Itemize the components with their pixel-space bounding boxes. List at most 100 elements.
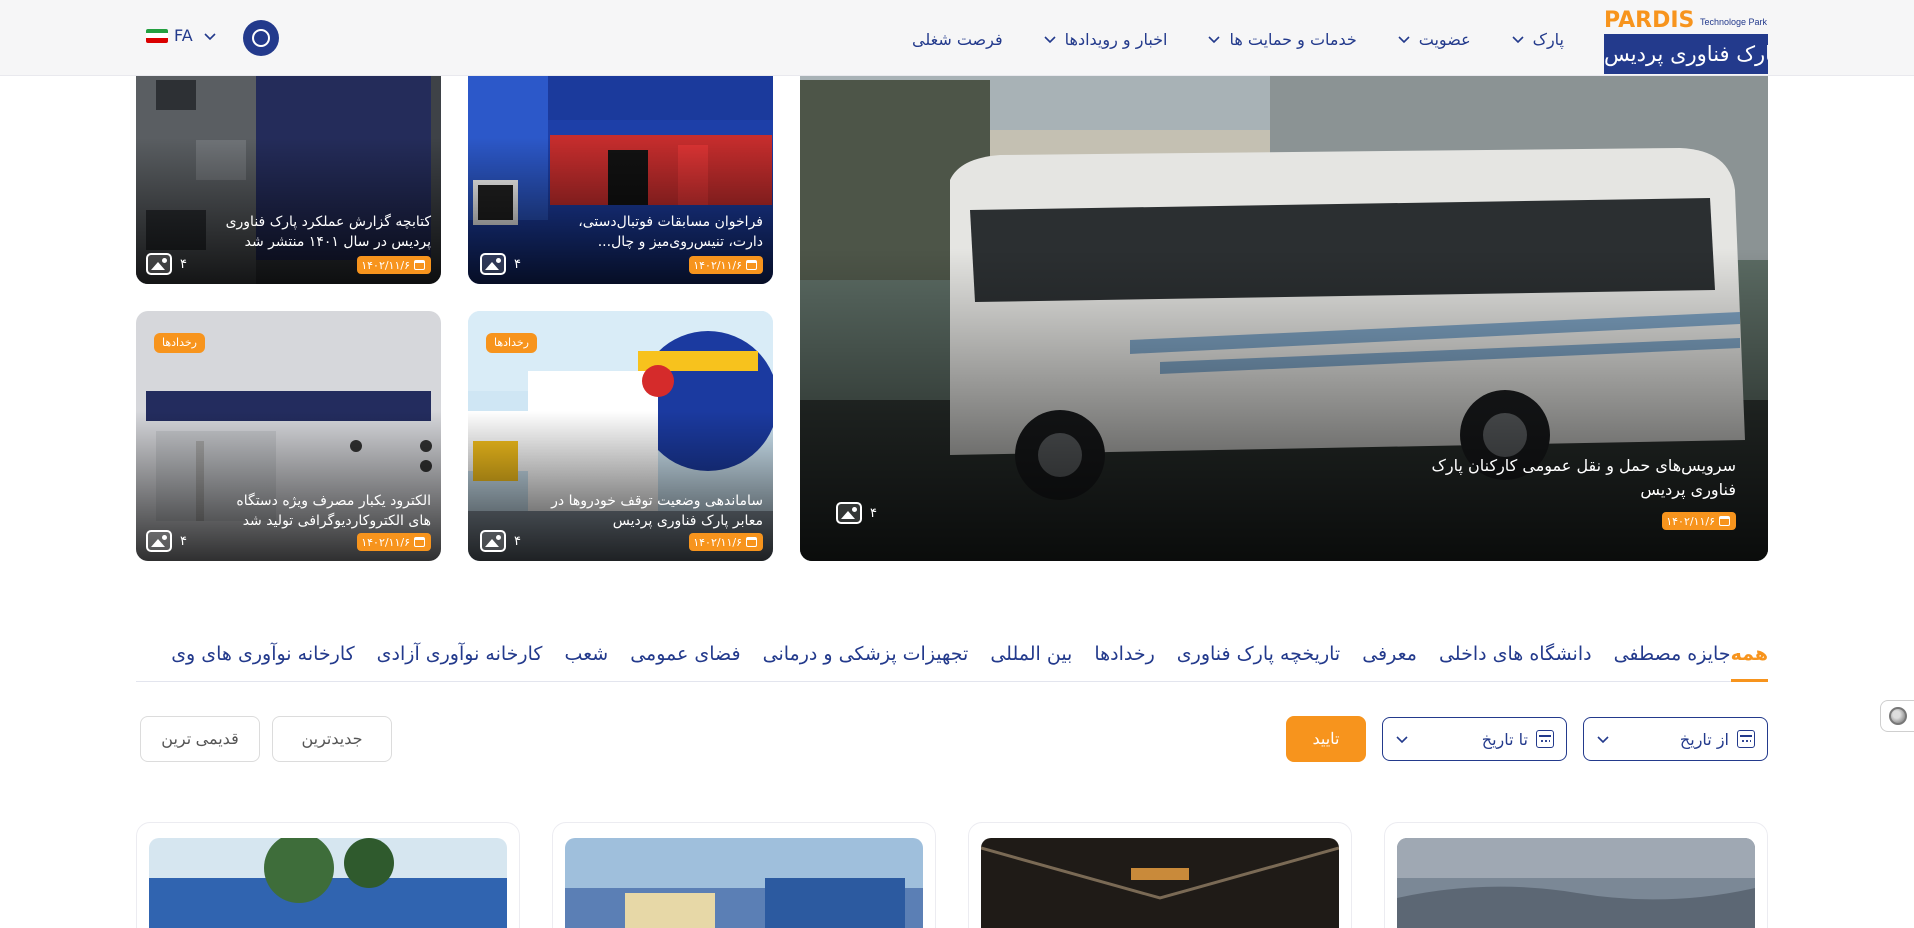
tab-branches[interactable]: شعب: [564, 640, 608, 682]
chevron-down-icon: [1044, 36, 1056, 44]
date-badge: ۱۴۰۲/۱۱/۶: [357, 256, 431, 274]
gallery-count: ۴: [480, 253, 521, 275]
tab-events[interactable]: رخدادها: [1094, 640, 1154, 682]
tab-international[interactable]: بین المللی: [990, 640, 1072, 682]
nav-item-services[interactable]: خدمات و حمایت ها: [1207, 29, 1357, 49]
calendar-icon: [1719, 516, 1730, 526]
main-nav: پارک عضویت خدمات و حمایت ها اخبار و روید…: [872, 24, 1564, 54]
news-card[interactable]: کتابچه گزارش عملکرد پارک فناوری پردیس در…: [136, 40, 441, 284]
tunnel-photo: [981, 838, 1339, 928]
logo-top: PARDIS Technologe Park: [1604, 6, 1768, 34]
from-date-field[interactable]: از تاریخ: [1583, 717, 1768, 761]
nav-item-news[interactable]: اخبار و رویدادها: [1043, 29, 1168, 49]
calendar-icon: [1737, 730, 1755, 748]
featured-news-card[interactable]: سرویس‌های حمل و نقل عمومی کارکنان پارک ف…: [800, 40, 1768, 561]
date-text: ۱۴۰۲/۱۱/۶: [361, 258, 410, 272]
language-label: FA: [174, 26, 193, 45]
chevron-down-icon: [1512, 36, 1524, 44]
accessibility-toggle[interactable]: [1880, 700, 1914, 732]
to-date-label: تا تاریخ: [1481, 729, 1528, 749]
gallery-count-text: ۴: [514, 533, 521, 549]
gallery-count: ۴: [146, 530, 187, 552]
chevron-down-icon: [1597, 736, 1609, 744]
nav-item-label: پارک: [1532, 29, 1564, 49]
news-card-title: ساماندهی وضعیت توقف خودروها در معابر پار…: [551, 493, 763, 529]
search-icon: [252, 29, 270, 47]
nav-item-park[interactable]: پارک: [1511, 30, 1564, 49]
date-badge: ۱۴۰۲/۱۱/۶: [1662, 512, 1736, 530]
chevron-down-icon: [1398, 36, 1410, 44]
news-card[interactable]: [1384, 822, 1768, 928]
nav-item-label: اخبار و رویدادها: [1064, 29, 1168, 49]
building-photo: [149, 838, 507, 928]
tab-history[interactable]: تاریخچه پارک فناوری: [1177, 640, 1340, 682]
gallery-count-text: ۴: [180, 533, 187, 549]
news-card[interactable]: رخدادها الکترود یکبار مصرف ویژه دستگاه ه…: [136, 311, 441, 561]
logo-subtitle: Technologe Park: [1700, 17, 1768, 27]
nav-item-label: فرصت شغلی: [912, 29, 1003, 49]
tab-public-space[interactable]: فضای عمومی: [630, 640, 740, 682]
logo-brand: PARDIS: [1604, 8, 1695, 33]
date-text: ۱۴۰۲/۱۱/۶: [361, 535, 410, 549]
featured-title: سرویس‌های حمل و نقل عمومی کارکنان پارک ف…: [1431, 456, 1736, 499]
gallery-count: ۴: [146, 253, 187, 275]
tab-domestic-universities[interactable]: دانشگاه های داخلی: [1439, 640, 1592, 682]
news-card[interactable]: [968, 822, 1352, 928]
date-badge: ۱۴۰۲/۱۱/۶: [689, 533, 763, 551]
news-card-title: فراخوان مسابقات فوتبال‌دستی، دارت، تنیس‌…: [578, 214, 763, 250]
search-button[interactable]: [243, 20, 279, 56]
category-tag: رخدادها: [154, 333, 205, 353]
news-card[interactable]: [552, 822, 936, 928]
tab-azadi-innovation-factory[interactable]: کارخانه نوآوری آزادی: [377, 640, 543, 682]
tab-all[interactable]: همه: [1730, 640, 1768, 682]
image-gallery-icon: [480, 530, 506, 552]
chevron-down-icon: [1396, 736, 1408, 744]
category-tabs: همه جایزه مصطفی دانشگاه های داخلی معرفی …: [136, 628, 1768, 682]
accessibility-icon: [1888, 707, 1907, 725]
truck-photo: [565, 838, 923, 928]
chevron-down-icon: [204, 32, 216, 40]
from-date-label: از تاریخ: [1679, 729, 1729, 749]
to-date-label-wrap: تا تاریخ: [1482, 730, 1554, 749]
calendar-icon: [746, 537, 757, 547]
image-gallery-icon: [146, 530, 172, 552]
nav-item-label: خدمات و حمایت ها: [1229, 29, 1357, 49]
calendar-icon: [414, 260, 425, 270]
tab-innovation-factory[interactable]: کارخانه نوآوری های وی: [171, 640, 354, 682]
tab-introduction[interactable]: معرفی: [1362, 640, 1417, 682]
gallery-count: ۴: [836, 502, 877, 524]
calendar-icon: [746, 260, 757, 270]
news-card-title: الکترود یکبار مصرف ویژه دستگاه های الکتر…: [236, 493, 431, 529]
language-selector[interactable]: FA: [146, 26, 217, 45]
nav-item-membership[interactable]: عضویت: [1397, 30, 1471, 49]
date-text: ۱۴۰۲/۱۱/۶: [693, 535, 742, 549]
tab-mustafa-prize[interactable]: جایزه مصطفی: [1614, 640, 1731, 682]
nav-item-jobs[interactable]: فرصت شغلی: [912, 30, 1003, 49]
date-badge: ۱۴۰۲/۱۱/۶: [689, 256, 763, 274]
image-gallery-icon: [836, 502, 862, 524]
to-date-field[interactable]: تا تاریخ: [1382, 717, 1567, 761]
confirm-button[interactable]: تایید: [1286, 716, 1366, 762]
news-card[interactable]: رخدادها ساماندهی وضعیت توقف خودروها در م…: [468, 311, 773, 561]
site-logo[interactable]: PARDIS Technologe Park پارک فناوری پردیس: [1604, 6, 1768, 74]
site-header: PARDIS Technologe Park پارک فناوری پردیس…: [0, 0, 1914, 76]
news-card[interactable]: [136, 822, 520, 928]
landscape-photo: [1397, 838, 1755, 928]
gallery-count-text: ۴: [514, 256, 521, 272]
news-card[interactable]: فراخوان مسابقات فوتبال‌دستی، دارت، تنیس‌…: [468, 40, 773, 284]
gallery-count-text: ۴: [180, 256, 187, 272]
date-badge: ۱۴۰۲/۱۱/۶: [357, 533, 431, 551]
sort-oldest-button[interactable]: قدیمی ترین: [140, 716, 260, 762]
image-gallery-icon: [480, 253, 506, 275]
nav-item-label: عضویت: [1418, 29, 1471, 49]
sort-newest-button[interactable]: جدیدترین: [272, 716, 392, 762]
tab-medical-equipment[interactable]: تجهیزات پزشکی و درمانی: [763, 640, 969, 682]
calendar-icon: [1536, 730, 1554, 748]
logo-persian: پارک فناوری پردیس: [1604, 34, 1768, 74]
date-text: ۱۴۰۲/۱۱/۶: [693, 258, 742, 272]
iran-flag-icon: [146, 28, 168, 43]
gallery-count: ۴: [480, 530, 521, 552]
news-card-title: کتابچه گزارش عملکرد پارک فناوری پردیس در…: [225, 214, 431, 250]
from-date-label-wrap: از تاریخ: [1680, 730, 1755, 749]
image-gallery-icon: [146, 253, 172, 275]
